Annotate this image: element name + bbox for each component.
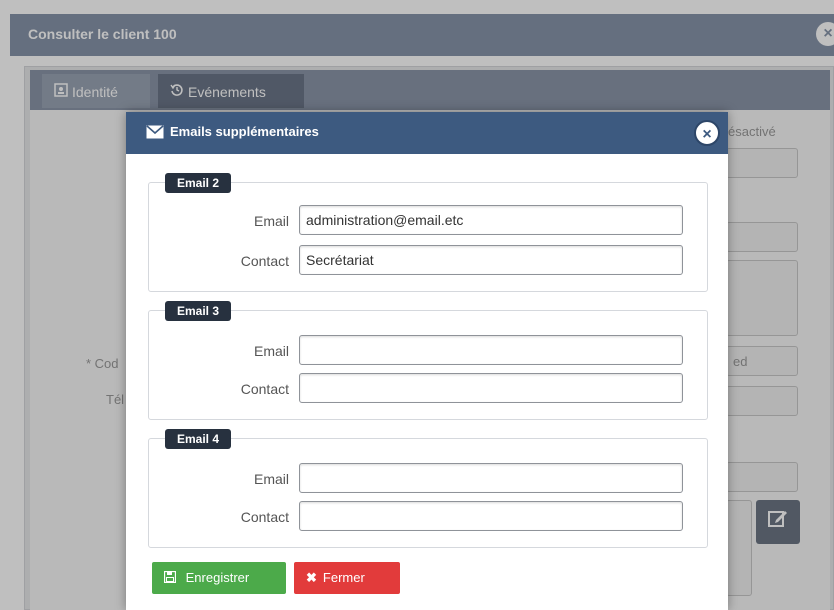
emails-modal: Emails supplémentaires × Email 2 Email C…: [126, 112, 728, 610]
x-icon: ✖: [306, 570, 317, 585]
contact-label: Contact: [240, 381, 289, 397]
email-section-2: Email 2 Email Contact: [148, 173, 708, 292]
section-legend: Email 2: [165, 173, 232, 193]
section-legend: Email 4: [165, 429, 232, 449]
save-button[interactable]: Enregistrer: [152, 562, 286, 594]
contact-label: Contact: [240, 509, 289, 525]
modal-header: Emails supplémentaires ×: [126, 112, 728, 154]
contact-label: Contact: [240, 253, 289, 269]
email-section-4: Email 4 Email Contact: [148, 429, 708, 548]
email-section-3: Email 3 Email Contact: [148, 301, 708, 420]
email-3-input[interactable]: [299, 335, 683, 365]
modal-title: Emails supplémentaires: [170, 124, 319, 139]
email-label: Email: [253, 343, 289, 359]
email-4-input[interactable]: [299, 463, 683, 493]
email-label: Email: [253, 213, 289, 229]
envelope-icon: [146, 125, 164, 142]
section-legend: Email 3: [165, 301, 232, 321]
close-button-label: Fermer: [322, 570, 365, 585]
save-button-label: Enregistrer: [185, 570, 250, 585]
email-2-input[interactable]: [299, 205, 683, 235]
contact-4-input[interactable]: [299, 501, 683, 531]
contact-3-input[interactable]: [299, 373, 683, 403]
email-label: Email: [253, 471, 289, 487]
close-button[interactable]: ✖ Fermer: [294, 562, 400, 594]
contact-2-input[interactable]: [299, 245, 683, 275]
floppy-disk-icon: [163, 570, 180, 585]
modal-close-icon[interactable]: ×: [694, 120, 720, 146]
